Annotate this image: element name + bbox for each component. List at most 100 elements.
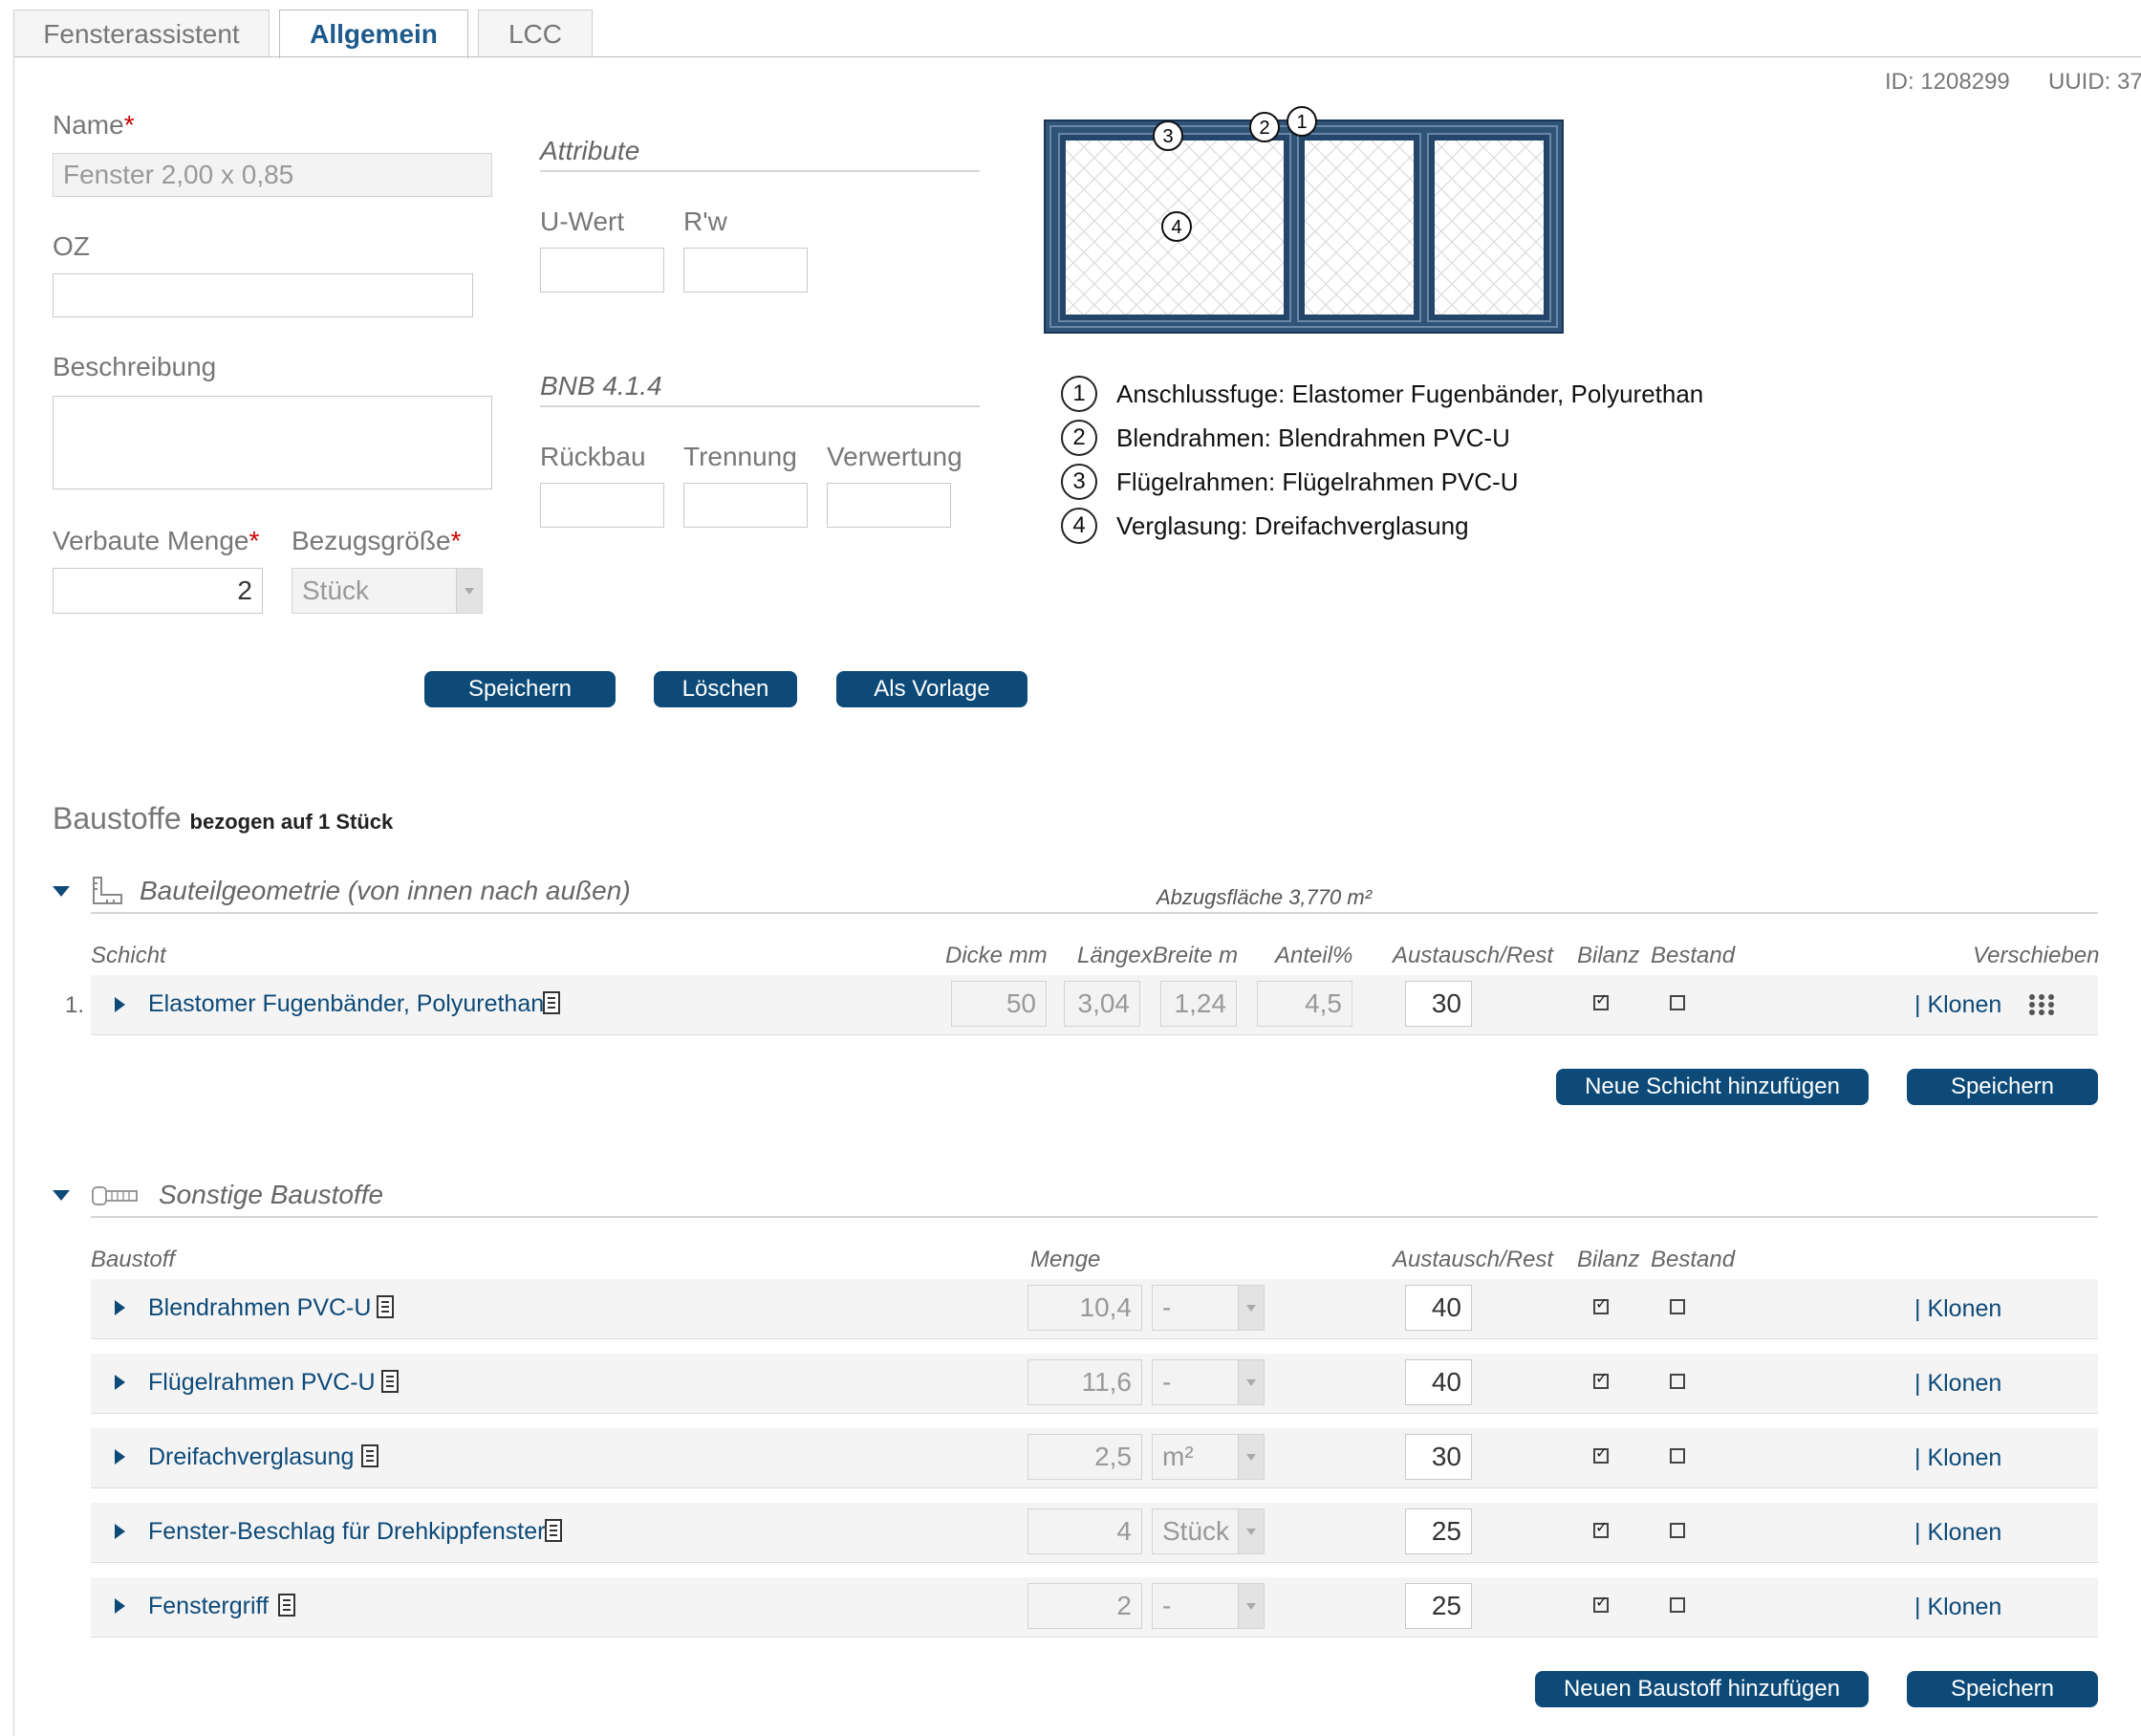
unit-select[interactable]: m² [1152,1434,1265,1480]
klonen-link[interactable]: | Klonen [1914,991,2001,1019]
save-materials-button[interactable]: Speichern [1907,1671,2098,1707]
unit-select[interactable]: Stück [1152,1508,1265,1554]
austausch-input[interactable]: 25 [1405,1583,1472,1629]
bilanz-checkbox[interactable] [1593,990,1609,1010]
austausch-input[interactable]: 25 [1405,1508,1472,1554]
save-layers-button[interactable]: Speichern [1907,1069,2098,1105]
bestand-checkbox[interactable] [1670,1523,1685,1538]
unit-select[interactable]: - [1152,1359,1265,1405]
baustoff-link[interactable]: Flügelrahmen PVC-U [148,1369,376,1397]
rueckbau-label: Rückbau [540,442,646,471]
bestand-checkbox[interactable] [1670,1448,1685,1464]
unit-select[interactable]: - [1152,1583,1265,1629]
bestand-checkbox[interactable] [1670,1299,1685,1314]
tab-fensterassistent[interactable]: Fensterassistent [13,10,270,57]
expand-row-icon[interactable] [115,1300,125,1315]
col-menge: Menge [1030,1247,1101,1272]
col-bestand: Bestand [1651,943,1736,968]
legend-item: 4 Verglasung: Dreifachverglasung [1061,507,1469,545]
unit-select[interactable]: - [1152,1285,1265,1331]
baustoff-link[interactable]: Fenstergriff [148,1593,269,1620]
datasheet-icon[interactable] [381,1370,399,1393]
beschreibung-textarea[interactable] [53,396,492,489]
expand-row-icon[interactable] [115,1524,125,1539]
bezug-select[interactable]: Stück [292,568,483,614]
element-id: ID: 1208299 [1885,69,2010,95]
menge-input[interactable]: 11,6 [1027,1359,1142,1405]
delete-button[interactable]: Löschen [654,671,797,707]
baustoff-link[interactable]: Blendrahmen PVC-U [148,1294,371,1322]
oz-input[interactable] [53,273,473,317]
bestand-checkbox[interactable] [1670,1597,1685,1613]
datasheet-icon[interactable] [545,1519,562,1542]
baustoff-link[interactable]: Fenster-Beschlag für Drehkippfenster [148,1518,545,1546]
rw-input[interactable] [683,248,808,293]
menge-input[interactable]: 2 [53,568,263,614]
austausch-input[interactable]: 40 [1405,1359,1472,1405]
bestand-checkbox[interactable] [1670,995,1685,1010]
col-austausch: Austausch/Rest [1393,943,1554,968]
laenge-input[interactable]: 3,04 [1064,981,1140,1027]
collapse-geometrie-icon[interactable] [53,886,70,897]
expand-row-icon[interactable] [115,997,125,1012]
menge-input[interactable]: 2 [1027,1583,1142,1629]
collapse-sonstige-icon[interactable] [53,1190,70,1201]
chevron-down-icon [456,569,482,613]
tab-lcc[interactable]: LCC [478,10,593,57]
bilanz-checkbox[interactable] [1593,1443,1609,1464]
austausch-input[interactable]: 30 [1405,1434,1472,1480]
verwertung-label: Verwertung [827,442,962,471]
uwert-input[interactable] [540,248,664,293]
datasheet-icon[interactable] [278,1594,295,1617]
menge-input[interactable]: 2,5 [1027,1434,1142,1480]
trennung-input[interactable] [683,483,808,528]
expand-row-icon[interactable] [115,1598,125,1614]
klonen-link[interactable]: | Klonen [1914,1370,2001,1398]
col-bilanz: Bilanz [1577,1247,1640,1272]
austausch-input[interactable]: 30 [1405,981,1472,1027]
template-button[interactable]: Als Vorlage [836,671,1027,707]
bestand-checkbox[interactable] [1670,1374,1685,1389]
sonstige-divider [91,1216,2098,1218]
datasheet-icon[interactable] [361,1444,378,1467]
marker-1: 1 [1296,112,1307,133]
name-input[interactable]: Fenster 2,00 x 0,85 [53,153,492,197]
breite-input[interactable]: 1,24 [1160,981,1237,1027]
chevron-down-icon [1238,1286,1264,1330]
baustoff-link[interactable]: Dreifachverglasung [148,1443,354,1471]
add-layer-button[interactable]: Neue Schicht hinzufügen [1556,1069,1869,1105]
bnb-title: BNB 4.1.4 [540,371,662,401]
klonen-link[interactable]: | Klonen [1914,1519,2001,1547]
klonen-link[interactable]: | Klonen [1914,1444,2001,1472]
rueckbau-input[interactable] [540,483,664,528]
bilanz-checkbox[interactable] [1593,1593,1609,1613]
schicht-link[interactable]: Elastomer Fugenbänder, Polyurethan [148,990,544,1018]
expand-row-icon[interactable] [115,1375,125,1390]
chevron-down-icon [1238,1509,1264,1553]
anteil-input[interactable]: 4,5 [1257,981,1352,1027]
dicke-input[interactable]: 50 [951,981,1047,1027]
bilanz-checkbox[interactable] [1593,1369,1609,1389]
col-laenge-breite: LängexBreite m [1077,943,1239,968]
menge-input[interactable]: 10,4 [1027,1285,1142,1331]
datasheet-icon[interactable] [377,1295,394,1318]
menge-input[interactable]: 4 [1027,1508,1142,1554]
expand-row-icon[interactable] [115,1449,125,1465]
bilanz-checkbox[interactable] [1593,1518,1609,1538]
marker-4: 4 [1171,217,1181,238]
col-baustoff: Baustoff [91,1247,176,1272]
bilanz-checkbox[interactable] [1593,1294,1609,1314]
datasheet-icon[interactable] [543,991,560,1014]
add-material-button[interactable]: Neuen Baustoff hinzufügen [1535,1671,1869,1707]
name-label: Name* [53,110,135,140]
trennung-label: Trennung [683,442,797,471]
klonen-link[interactable]: | Klonen [1914,1594,2001,1621]
legend-item: 2 Blendrahmen: Blendrahmen PVC-U [1061,419,1510,457]
klonen-link[interactable]: | Klonen [1914,1295,2001,1323]
verwertung-input[interactable] [827,483,951,528]
ruler-icon [93,877,122,904]
austausch-input[interactable]: 40 [1405,1285,1472,1331]
save-button[interactable]: Speichern [424,671,616,707]
drag-handle-icon[interactable] [2028,993,2055,1016]
tab-allgemein[interactable]: Allgemein [279,10,468,58]
